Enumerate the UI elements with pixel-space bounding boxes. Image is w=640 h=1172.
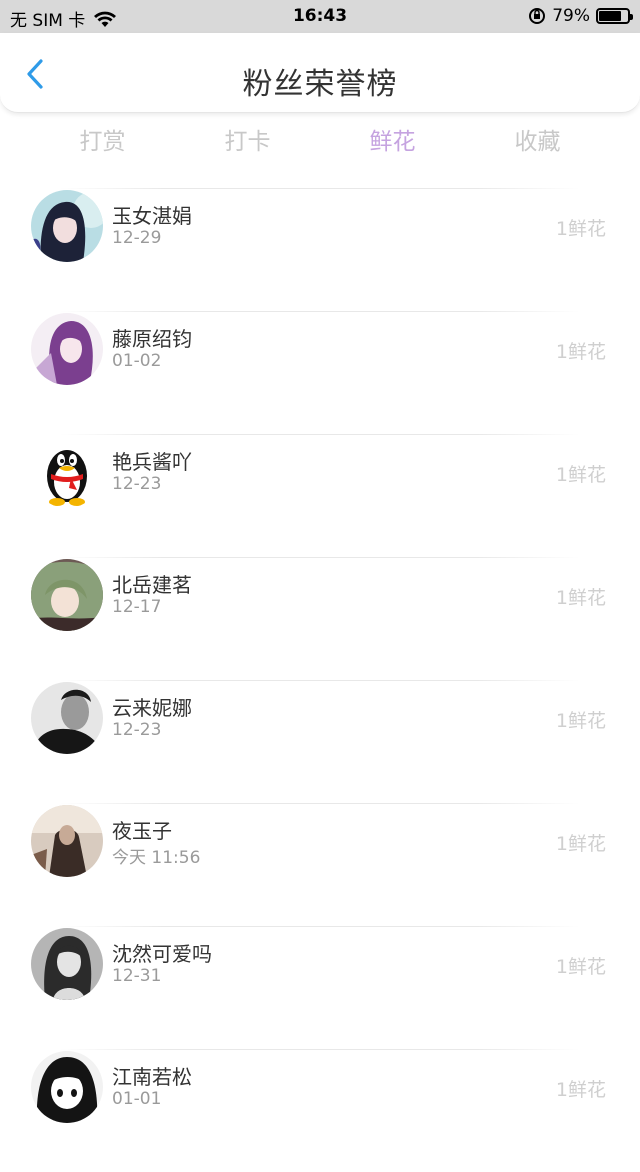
fan-date: 12-17: [112, 597, 162, 617]
flower-count: 1鲜花: [555, 341, 606, 363]
divider: [60, 557, 580, 558]
fan-name: 夜玉子: [112, 819, 172, 843]
flower-count: 1鲜花: [555, 464, 606, 486]
tab-reward[interactable]: 打赏: [30, 120, 175, 170]
fan-name: 云来妮娜: [112, 696, 192, 720]
avatar[interactable]: [31, 1051, 103, 1123]
list-item[interactable]: 藤原绍钧 01-02 1鲜花: [0, 311, 640, 434]
fan-name: 玉女湛娟: [112, 204, 192, 228]
list-item[interactable]: 北岳建茗 12-17 1鲜花: [0, 557, 640, 680]
avatar[interactable]: [31, 559, 103, 631]
avatar[interactable]: [31, 436, 103, 508]
divider: [60, 311, 580, 312]
avatar[interactable]: [31, 190, 103, 262]
tab-flowers[interactable]: 鲜花: [320, 120, 465, 170]
fan-date: 12-29: [112, 228, 162, 248]
nav-header: 粉丝荣誉榜: [0, 33, 640, 113]
divider: [60, 926, 580, 927]
list-item[interactable]: 沈然可爱吗 12-31 1鲜花: [0, 926, 640, 1049]
fan-name: 艳兵酱吖: [112, 450, 192, 474]
flower-count: 1鲜花: [555, 1079, 606, 1101]
fan-name: 北岳建茗: [112, 573, 192, 597]
list-item[interactable]: 云来妮娜 12-23 1鲜花: [0, 680, 640, 803]
fan-date: 今天 11:56: [112, 848, 201, 868]
fan-date: 01-02: [112, 351, 162, 371]
battery-icon: [596, 8, 633, 24]
battery-percent: 79%: [552, 6, 590, 26]
fan-date: 01-01: [112, 1089, 162, 1109]
avatar[interactable]: [31, 313, 103, 385]
avatar[interactable]: [31, 928, 103, 1000]
flower-count: 1鲜花: [555, 710, 606, 732]
list-item[interactable]: 玉女湛娟 12-29 1鲜花: [0, 188, 640, 311]
status-right: 79%: [528, 6, 633, 26]
divider: [60, 1049, 580, 1050]
list-item[interactable]: 江南若松 01-01 1鲜花: [0, 1049, 640, 1172]
rotation-lock-icon: [529, 8, 546, 24]
fan-date: 12-31: [112, 966, 162, 986]
flower-count: 1鲜花: [555, 218, 606, 240]
tab-bar: 打赏 打卡 鲜花 收藏: [0, 120, 640, 170]
avatar[interactable]: [31, 682, 103, 754]
divider: [60, 434, 580, 435]
status-bar: 无 SIM 卡 16:43 79%: [0, 0, 640, 33]
page-title: 粉丝荣誉榜: [242, 67, 398, 102]
list-item[interactable]: 夜玉子 今天 11:56 1鲜花: [0, 803, 640, 926]
divider: [60, 188, 580, 189]
flower-count: 1鲜花: [555, 833, 606, 855]
divider: [60, 680, 580, 681]
flower-count: 1鲜花: [555, 587, 606, 609]
list-item[interactable]: 艳兵酱吖 12-23 1鲜花: [0, 434, 640, 557]
fan-list: 玉女湛娟 12-29 1鲜花 藤原绍钧 01-02 1鲜花 艳兵酱吖 12-23…: [0, 188, 640, 1172]
tab-favorites[interactable]: 收藏: [465, 120, 610, 170]
fan-name: 江南若松: [112, 1065, 192, 1089]
tab-checkin[interactable]: 打卡: [175, 120, 320, 170]
divider: [60, 803, 580, 804]
fan-date: 12-23: [112, 720, 162, 740]
fan-name: 沈然可爱吗: [112, 942, 212, 966]
fan-name: 藤原绍钧: [112, 327, 192, 351]
flower-count: 1鲜花: [555, 956, 606, 978]
fan-date: 12-23: [112, 474, 162, 494]
avatar[interactable]: [31, 805, 103, 877]
